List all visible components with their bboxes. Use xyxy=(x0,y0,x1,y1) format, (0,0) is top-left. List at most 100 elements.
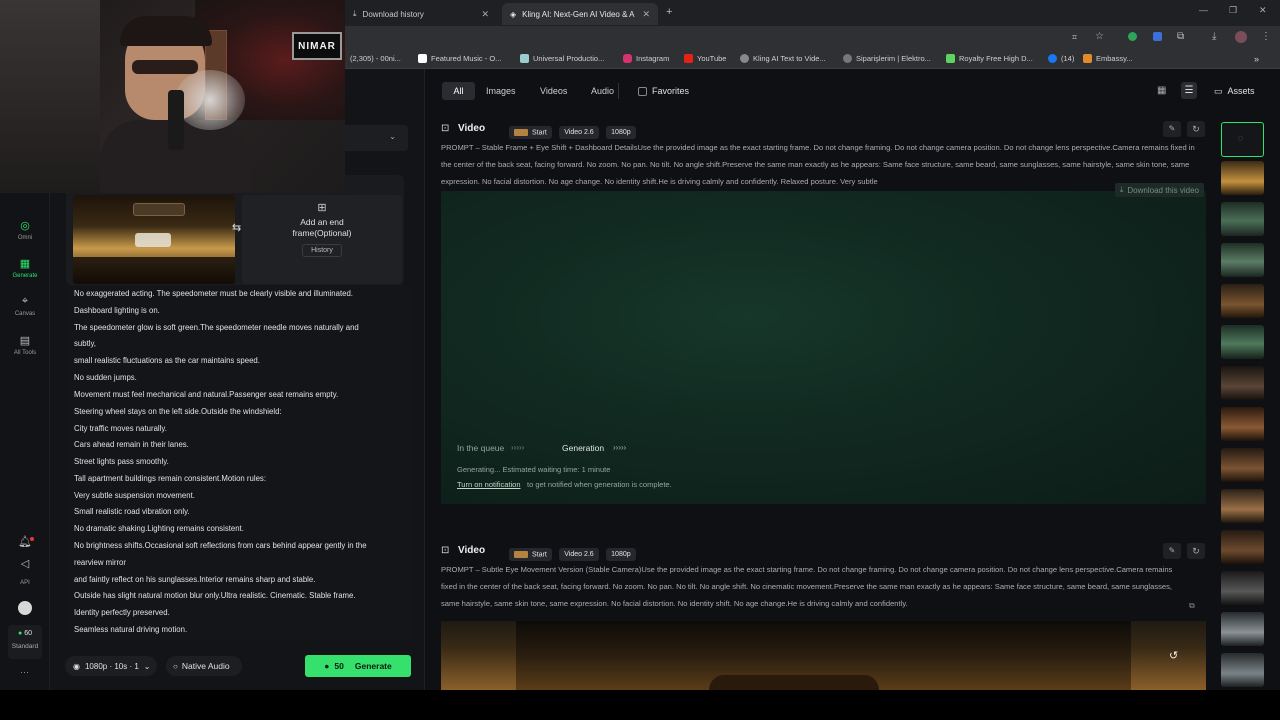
bookmark-star-icon[interactable]: ☆ xyxy=(1095,31,1104,42)
generate-button[interactable]: ● 50 Generate xyxy=(305,655,411,677)
rail-item-all-tools[interactable]: ▤ All Tools xyxy=(0,334,50,356)
edit-icon[interactable]: ✎ xyxy=(1163,121,1181,137)
window-close-icon[interactable]: ✕ xyxy=(1259,5,1267,16)
rail-item-omni[interactable]: ◎ Omni xyxy=(0,219,50,241)
announce-button[interactable]: ◁ xyxy=(0,557,50,573)
extensions-puzzle-icon[interactable]: ⧉ xyxy=(1177,31,1184,42)
embassy-icon xyxy=(1083,54,1092,63)
bookmark-item[interactable]: Kling AI Text to Vide... xyxy=(740,54,826,63)
history-button[interactable]: History xyxy=(302,244,342,257)
microphone-shape xyxy=(168,90,184,150)
start-chip[interactable]: Start xyxy=(509,547,552,561)
rearview-mirror-shape xyxy=(133,203,185,216)
filter-tab-videos[interactable]: Videos xyxy=(540,86,567,96)
more-menu-icon[interactable]: ⋮ xyxy=(1261,31,1271,42)
extension-icon[interactable] xyxy=(1128,32,1137,41)
grid-view-icon[interactable]: ▦ xyxy=(1157,85,1166,96)
rail-item-canvas[interactable]: ⌖ Canvas xyxy=(0,295,50,317)
notification-bell[interactable]: 🔔︎ xyxy=(0,535,50,551)
start-chip[interactable]: Start xyxy=(509,125,552,139)
instagram-icon xyxy=(623,54,632,63)
replay-icon[interactable]: ↺ xyxy=(1169,649,1178,662)
extension-shield-icon[interactable] xyxy=(1153,32,1162,41)
prompt-line: Street lights pass smoothly. xyxy=(74,457,169,466)
prompt-line: Steering wheel stays on the left side.Ou… xyxy=(74,407,282,416)
add-image-icon: ⊞ xyxy=(317,202,327,214)
bookmark-item[interactable]: Embassy... xyxy=(1083,54,1133,63)
filter-tab-images[interactable]: Images xyxy=(486,86,516,96)
credits-badge[interactable]: ● 60 Standard xyxy=(8,625,42,659)
bookmark-label: Kling AI Text to Vide... xyxy=(753,54,826,63)
history-thumbnail[interactable] xyxy=(1221,366,1264,400)
translate-icon[interactable]: ⌗ xyxy=(1072,32,1077,43)
swap-icon[interactable]: ⇆ xyxy=(232,221,241,234)
music-icon xyxy=(418,54,427,63)
history-thumbnail[interactable] xyxy=(1221,161,1264,195)
history-thumbnail[interactable] xyxy=(1221,325,1264,359)
bookmark-item[interactable]: Featured Music - O... xyxy=(418,54,501,63)
bookmark-item[interactable]: (14) xyxy=(1048,54,1074,63)
downloads-icon[interactable]: ⤓ xyxy=(1212,31,1216,42)
history-thumbnail[interactable] xyxy=(1221,489,1264,523)
api-link[interactable]: API xyxy=(0,580,50,586)
history-thumbnail[interactable] xyxy=(1221,284,1264,318)
bookmark-item[interactable]: Instagram xyxy=(623,54,669,63)
bookmark-label: Instagram xyxy=(636,54,670,63)
copy-icon[interactable]: ⧉ xyxy=(1189,601,1195,611)
close-icon[interactable]: ✕ xyxy=(481,9,489,20)
bookmark-item[interactable]: Universal Productio... xyxy=(520,54,604,63)
native-audio-toggle[interactable]: ○ Native Audio xyxy=(166,656,242,676)
regenerate-icon[interactable]: ↻ xyxy=(1187,121,1205,137)
settings-selector[interactable]: ◉ 1080p · 10s · 1 ⌄ xyxy=(65,656,157,676)
start-frame-image[interactable] xyxy=(73,195,235,284)
new-tab-icon[interactable]: + xyxy=(666,6,672,18)
bookmarks-overflow-icon[interactable]: » xyxy=(1254,54,1259,64)
bookmark-item[interactable]: Siparişlerim | Elektro... xyxy=(843,54,931,63)
history-thumbnail[interactable] xyxy=(1221,530,1264,564)
download-video-button[interactable]: ⤓ Download this video xyxy=(1114,183,1204,197)
history-thumbnail[interactable] xyxy=(1221,202,1264,236)
close-icon[interactable]: ✕ xyxy=(642,9,650,20)
turn-on-notification-link[interactable]: Turn on notification xyxy=(457,480,521,489)
video-preview[interactable]: ↺ xyxy=(441,621,1206,690)
more-icon[interactable]: ··· xyxy=(20,667,29,677)
generation-step-label: Generation xyxy=(562,443,605,453)
assets-button[interactable]: ▭ Assets xyxy=(1208,82,1264,100)
prompt-line: No dramatic shaking.Lighting remains con… xyxy=(74,524,244,533)
rail-item-generate[interactable]: ▦ Generate xyxy=(0,257,50,279)
prompt-line: Cars ahead remain in their lanes. xyxy=(74,440,189,449)
user-avatar[interactable] xyxy=(18,601,32,615)
prompt-line: Tall apartment buildings remain consiste… xyxy=(74,474,266,483)
regenerate-icon[interactable]: ↻ xyxy=(1187,543,1205,559)
rail-label: Generate xyxy=(12,273,38,279)
bell-icon: 🔔︎ xyxy=(18,536,32,548)
minimize-icon[interactable]: — xyxy=(1199,5,1208,15)
bookmark-item[interactable]: YouTube xyxy=(684,54,726,63)
restore-icon[interactable]: ❐ xyxy=(1229,5,1237,16)
tab-download-history[interactable]: ⤓ Download history ✕ xyxy=(345,3,497,25)
bookmark-item[interactable]: Royalty Free High D... xyxy=(946,54,1033,63)
resolution-chip: 1080p xyxy=(606,548,636,561)
history-thumbnail[interactable] xyxy=(1221,243,1264,277)
edit-icon[interactable]: ✎ xyxy=(1163,543,1181,559)
history-thumbnail[interactable] xyxy=(1221,571,1264,605)
tab-kling-ai[interactable]: ◈ Kling AI: Next-Gen AI Video & A ✕ xyxy=(502,3,658,25)
bookmark-item[interactable]: (2,305) - 00ni... xyxy=(350,54,401,63)
filter-tab-audio[interactable]: Audio xyxy=(591,86,614,96)
profile-avatar[interactable] xyxy=(1235,31,1247,43)
history-thumbnail[interactable] xyxy=(1221,407,1264,441)
generating-thumb[interactable]: ◌ xyxy=(1221,122,1264,157)
history-thumbnail[interactable] xyxy=(1221,612,1264,646)
model-selector[interactable]: ⌄ xyxy=(340,125,408,151)
filter-tab-all[interactable]: All xyxy=(442,82,475,100)
list-view-icon[interactable]: ☰ xyxy=(1181,82,1197,99)
end-frame-dropzone[interactable]: ⊞ Add an end frame(Optional) History xyxy=(242,195,402,284)
favorites-checkbox[interactable]: Favorites xyxy=(638,86,689,96)
history-thumbnail[interactable] xyxy=(1221,448,1264,482)
folder-icon: ▭ xyxy=(1214,85,1223,96)
prompt-line: No sudden jumps. xyxy=(74,373,137,382)
assets-label: Assets xyxy=(1227,86,1255,96)
history-thumbnail[interactable] xyxy=(1221,653,1264,687)
prompt-line: Small realistic road vibration only. xyxy=(74,507,190,516)
settings-value: 1080p · 10s · 1 xyxy=(84,661,139,671)
